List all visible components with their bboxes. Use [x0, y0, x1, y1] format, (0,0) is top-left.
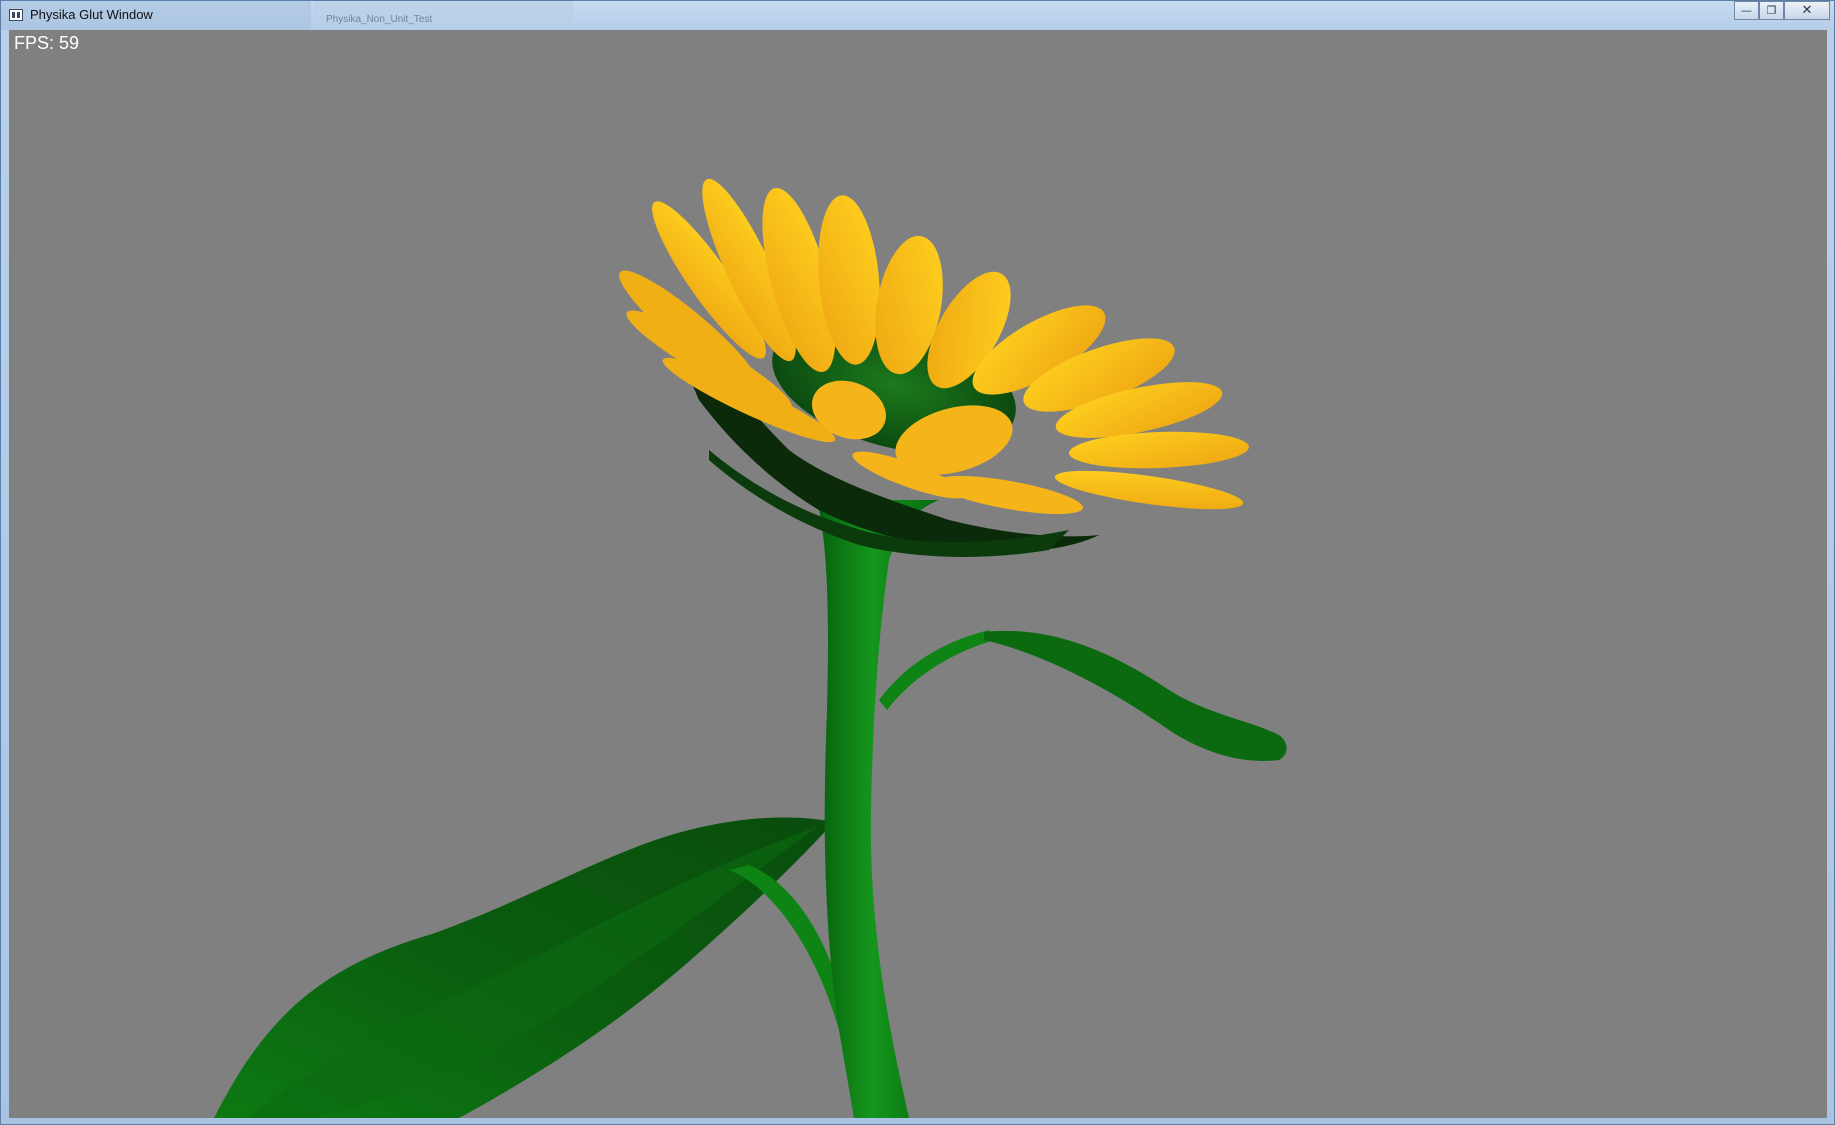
close-icon: ✕: [1801, 3, 1813, 18]
app-window-icon[interactable]: [9, 9, 23, 21]
restore-button[interactable]: ❐: [1759, 1, 1784, 20]
leaf-petiole-upper: [879, 630, 994, 710]
app-window: Physika Glut Window Physika_Non_Unit_Tes…: [0, 0, 1835, 1125]
minimize-icon: —: [1741, 4, 1752, 17]
window-title: Physika Glut Window: [30, 7, 153, 22]
close-button[interactable]: ✕: [1784, 1, 1830, 20]
fps-counter: FPS: 59: [14, 33, 80, 53]
window-controls: — ❐ ✕: [1734, 1, 1830, 21]
background-window-title: Physika_Non_Unit_Test: [326, 14, 433, 25]
stem: [817, 500, 939, 1118]
sunflower-render: [214, 178, 1287, 1118]
leaf-upper-right: [984, 630, 1287, 761]
gl-viewport[interactable]: FPS: 59: [9, 30, 1827, 1118]
minimize-button[interactable]: —: [1734, 1, 1759, 20]
title-bar[interactable]: Physika Glut Window Physika_Non_Unit_Tes…: [1, 1, 1834, 30]
restore-icon: ❐: [1766, 4, 1777, 17]
